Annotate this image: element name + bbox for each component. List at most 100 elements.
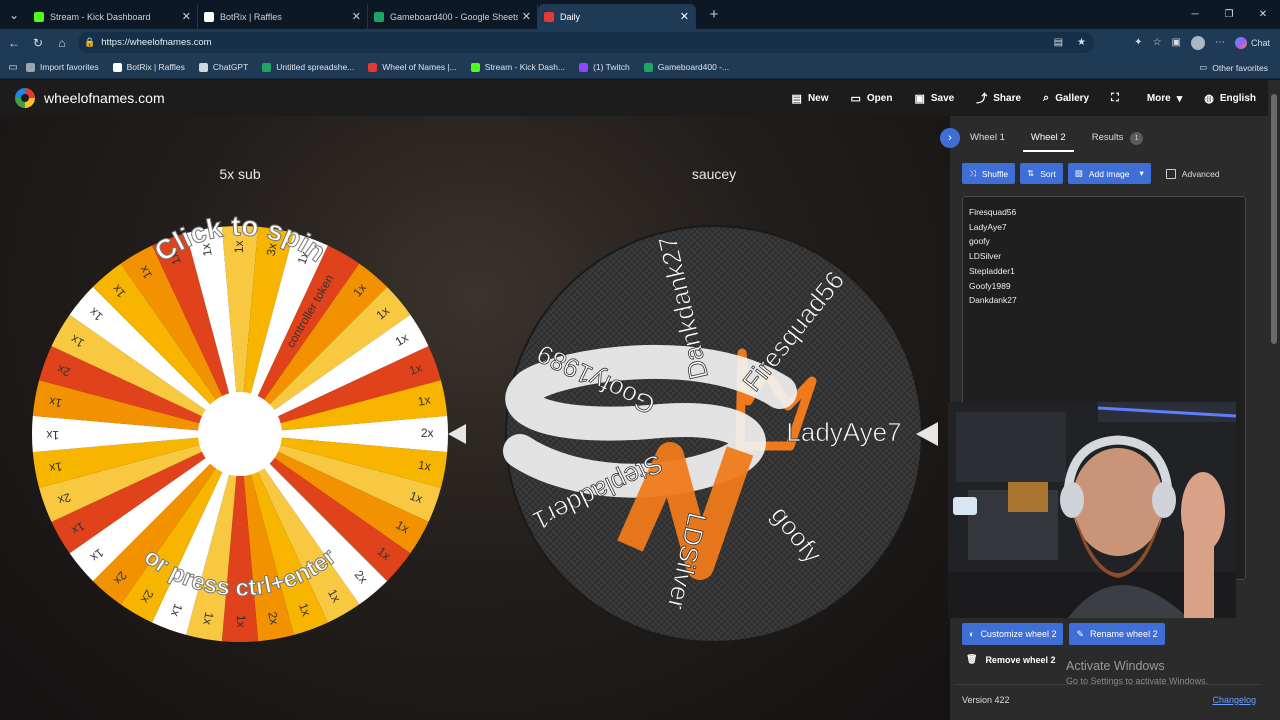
bookmark-item[interactable]: (1) Twitch	[579, 62, 630, 72]
favorite-star-icon[interactable]: ★	[1077, 37, 1086, 48]
minimize-button[interactable]: ─	[1178, 0, 1212, 29]
entry-line: Goofy1989	[969, 280, 1011, 291]
wheel-1-slice-label: 2x	[421, 426, 434, 440]
wheel-1-slice-label: 1x	[232, 240, 246, 253]
sort-icon: ⇅	[1027, 168, 1035, 178]
bookmark-favicon-icon	[368, 62, 378, 72]
webcam-overlay	[948, 402, 1236, 618]
tab-wheel-1[interactable]: Wheel 1	[962, 124, 1013, 152]
bookmark-favicon-icon	[198, 62, 208, 72]
tab-title: Daily	[560, 11, 581, 22]
remove-wheel-button[interactable]: 🗑 Remove wheel 2	[966, 654, 1055, 665]
back-icon[interactable]: ←	[2, 36, 26, 50]
more-dots-icon[interactable]: ⋯	[1215, 37, 1225, 48]
wheel-1-hub[interactable]	[198, 392, 282, 476]
favorites-icon[interactable]: ☆	[1153, 37, 1162, 48]
wheel-1-slice-label: 1x	[46, 428, 59, 442]
customize-label: Customize wheel 2	[980, 629, 1057, 639]
menu-item[interactable]: ▭ Open	[851, 92, 893, 105]
close-tab-icon[interactable]: ✕	[680, 10, 689, 23]
wheels-canvas: 2x1x1x1x1x2x1x1x2x1x1x1x2x2x1x1x2x1x1x1x…	[31, 210, 938, 643]
tab-wheel-2[interactable]: Wheel 2	[1022, 124, 1074, 152]
tab-actions-chevron-icon[interactable]: ⌄	[0, 0, 28, 29]
sort-button[interactable]: ⇅ Sort	[1020, 163, 1063, 184]
fullscreen-icon: ⛶	[1111, 91, 1119, 104]
rename-wheel-button[interactable]: ✎ Rename wheel 2	[1069, 623, 1165, 645]
tab-title: Stream - Kick Dashboard	[50, 11, 151, 22]
menu-label: Gallery	[1055, 92, 1090, 104]
bookmark-label: Gameboard400 -...	[657, 62, 730, 72]
browser-tab[interactable]: Stream - Kick Dashboard ✕	[28, 4, 198, 29]
advanced-checkbox[interactable]	[1165, 168, 1176, 179]
menu-label: English	[1219, 92, 1256, 104]
menu-item[interactable]: ◍ English	[1204, 92, 1256, 105]
bookmark-favicon-icon	[470, 62, 480, 72]
add-image-button[interactable]: ▨ Add image ▾	[1067, 163, 1151, 184]
wheel-1-slice-label: 1x	[48, 459, 63, 475]
menu-item[interactable]: ⌕ Gallery	[1043, 92, 1089, 105]
bookmark-item[interactable]: Import favorites	[26, 62, 99, 72]
menu-item[interactable]: ⛶	[1111, 92, 1125, 105]
maximize-button[interactable]: ❐	[1212, 0, 1246, 29]
file-icon: ▤	[791, 92, 802, 105]
address-bar-row: ← ↻ ⌂ 🔒 https://wheelofnames.com ▤ ★ ✦ ☆…	[0, 29, 1280, 56]
image-icon: ▨	[1074, 168, 1083, 178]
bookmark-item[interactable]: ChatGPT	[198, 62, 248, 72]
home-icon[interactable]: ⌂	[50, 36, 74, 50]
search-icon: ⌕	[1043, 91, 1050, 104]
reading-list-icon[interactable]: ▭	[0, 62, 26, 73]
new-tab-button[interactable]: +	[702, 6, 726, 23]
other-favorites-label: Other favorites	[1212, 62, 1268, 73]
close-window-button[interactable]: ✕	[1246, 0, 1280, 29]
bookmark-favicon-icon	[579, 62, 589, 72]
tab-favicon-icon	[34, 11, 44, 22]
changelog-link[interactable]: Changelog	[1212, 695, 1256, 705]
page-scrollbar[interactable]	[1268, 80, 1280, 720]
other-favorites[interactable]: ▭ Other favorites	[1199, 62, 1268, 73]
url-field[interactable]: 🔒 https://wheelofnames.com ▤ ★	[78, 32, 1094, 53]
top-menu: ▤ New ▭ Open ▣ Save ⤴ Share ⌕ Gallery ⛶ More ▾ ◍ Engli…	[792, 80, 1256, 116]
bookmark-item[interactable]: Untitled spreadshe...	[262, 62, 354, 72]
customize-wheel-button[interactable]: ◐ Customize wheel 2	[962, 623, 1064, 645]
lock-icon[interactable]: 🔒	[84, 37, 95, 48]
extensions-icon[interactable]: ✦	[1134, 37, 1142, 48]
profile-avatar[interactable]	[1190, 35, 1205, 50]
bookmark-item[interactable]: Gameboard400 -...	[643, 62, 730, 72]
menu-label: New	[807, 92, 829, 104]
chevron-down-icon: ▾	[1139, 168, 1144, 178]
menu-item[interactable]: ⤴ Share	[976, 90, 1021, 106]
bookmark-item[interactable]: Stream - Kick Dash...	[470, 62, 565, 72]
close-tab-icon[interactable]: ✕	[352, 10, 361, 23]
reader-view-icon[interactable]: ▤	[1054, 37, 1063, 48]
refresh-icon[interactable]: ↻	[26, 36, 50, 50]
menu-item[interactable]: ▣ Save	[914, 92, 954, 105]
browser-tab[interactable]: Daily ✕	[538, 4, 696, 29]
wheel-2[interactable]: LadyAye7goofyLDSilverStepladder1Goofy198…	[503, 225, 923, 643]
menu-item[interactable]: More ▾	[1147, 92, 1182, 105]
site-logo[interactable]: wheelofnames.com	[15, 88, 165, 108]
bookmark-label: Untitled spreadshe...	[276, 62, 355, 72]
wheel-1-slice-label: 1x	[417, 458, 432, 474]
browser-tab[interactable]: Gameboard400 - Google Sheets ✕	[368, 4, 538, 29]
menu-label: Share	[993, 92, 1022, 104]
bookmark-item[interactable]: Wheel of Names |...	[368, 62, 457, 72]
scrollbar-thumb[interactable]	[1271, 94, 1277, 344]
browser-tab[interactable]: BotRix | Raffles ✕	[198, 4, 368, 29]
shuffle-button[interactable]: ⤨ Shuffle	[962, 163, 1016, 184]
entry-line: LDSilver	[969, 251, 1002, 262]
advanced-toggle[interactable]: Advanced	[1165, 168, 1220, 179]
menu-item[interactable]: ▤ New	[792, 92, 829, 105]
wheel-1-slice-label: 1x	[234, 615, 248, 628]
close-tab-icon[interactable]: ✕	[522, 10, 531, 23]
bookmark-item[interactable]: BotRix | Raffles	[112, 62, 185, 72]
close-tab-icon[interactable]: ✕	[182, 10, 191, 23]
copilot-chat-button[interactable]: Chat	[1234, 36, 1270, 49]
menu-label: More	[1146, 92, 1171, 104]
tab-results[interactable]: Results 1	[1084, 124, 1151, 152]
bookmark-favicon-icon	[26, 62, 35, 72]
bookmarks-bar: ▭ Import favorites BotRix | Raffles ChatGP…	[0, 56, 1280, 79]
collapse-panel-button[interactable]: ›	[940, 128, 960, 148]
remove-label: Remove wheel 2	[985, 654, 1056, 665]
collections-icon[interactable]: ▣	[1172, 37, 1181, 48]
shuffle-icon: ⤨	[969, 168, 976, 178]
